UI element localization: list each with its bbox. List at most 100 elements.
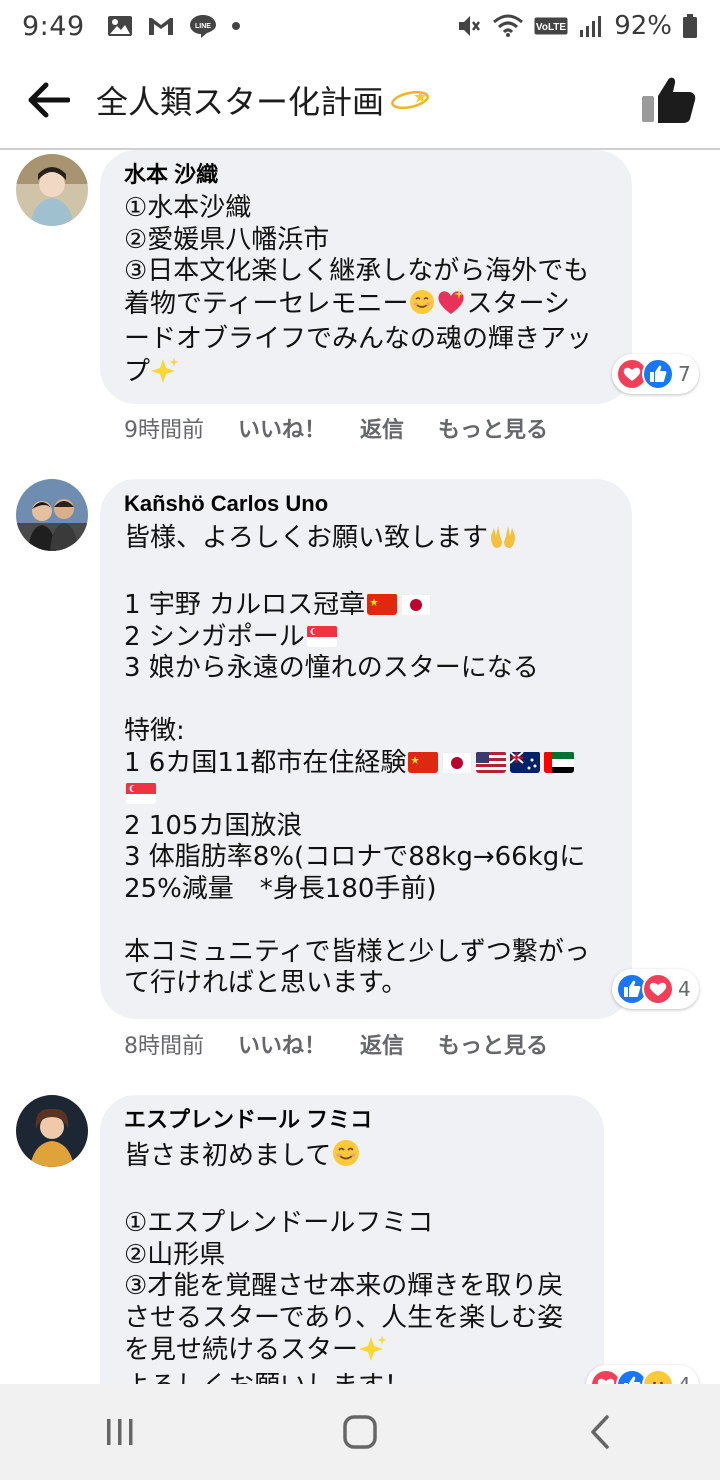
singapore-flag-icon bbox=[126, 782, 156, 804]
status-bar: 9:49 LINE VoLTE 92% bbox=[0, 0, 720, 52]
app-header: 全人類スター化計画 bbox=[0, 52, 720, 150]
signal-icon bbox=[578, 14, 604, 38]
like-link[interactable]: いいね！ bbox=[238, 1028, 326, 1060]
japan-flag-icon bbox=[401, 593, 432, 615]
comment-line: 特徴: bbox=[124, 716, 185, 746]
home-icon[interactable] bbox=[320, 1402, 400, 1462]
volte-icon: VoLTE bbox=[534, 17, 568, 35]
like-reaction-icon bbox=[642, 358, 674, 390]
comment-text: 皆さま初めまして bbox=[124, 1141, 332, 1171]
svg-text:LINE: LINE bbox=[195, 23, 211, 30]
mute-icon bbox=[456, 13, 482, 39]
comment-line: プ bbox=[124, 356, 608, 393]
comment-line: 皆様、よろしくお願い致します bbox=[124, 522, 608, 559]
image-icon bbox=[107, 14, 133, 38]
battery-percent: 92% bbox=[614, 11, 672, 41]
comment-actions: 8時間前 いいね！ 返信 もっと見る bbox=[124, 1028, 548, 1060]
open-hands-icon bbox=[488, 522, 518, 559]
reaction-count: 4 bbox=[678, 1373, 691, 1384]
comment-text: 皆様、よろしくお願い致します bbox=[124, 523, 489, 553]
like-link[interactable]: いいね！ bbox=[238, 412, 326, 444]
singapore-flag-icon bbox=[306, 625, 337, 647]
recent-apps-icon[interactable] bbox=[80, 1402, 160, 1462]
comment-line: 1 6カ国11都市在住経験 bbox=[124, 748, 608, 780]
comment-author[interactable]: Kañshö Carlos Uno bbox=[124, 489, 608, 519]
comment-line: 皆さま初めまして bbox=[124, 1138, 580, 1177]
comment-line: 1 宇野 カルロス冠章 bbox=[124, 590, 608, 622]
reaction-summary[interactable]: 4 bbox=[586, 1365, 699, 1384]
reaction-summary[interactable]: 4 bbox=[612, 969, 699, 1009]
back-icon[interactable] bbox=[560, 1402, 640, 1462]
comment-line: 3 体脂肪率8%(コロナで88kg→66kgに bbox=[124, 842, 586, 872]
comment-text: 1 6カ国11都市在住経験 bbox=[124, 747, 407, 778]
see-more-link[interactable]: もっと見る bbox=[438, 1028, 548, 1060]
comment-line: ②山形県 bbox=[124, 1239, 226, 1270]
back-button[interactable] bbox=[22, 74, 74, 126]
usa-flag-icon bbox=[476, 751, 507, 773]
comment-line: させるスターであり、人生を楽しむ姿 bbox=[124, 1302, 564, 1333]
comment-line: ードオブライフでみんなの魂の輝きアッ bbox=[124, 324, 593, 354]
comment-line: 着物でティーセレモニー スターシ bbox=[124, 288, 608, 325]
avatar[interactable] bbox=[16, 154, 88, 226]
comment-line: て行ければと思います。 bbox=[124, 968, 408, 998]
comment-line: ①エスプレンドールフミコ bbox=[124, 1208, 434, 1238]
comment-line: 3 娘から永遠の憧れのスターになる bbox=[124, 653, 539, 683]
comment-text: プ bbox=[124, 356, 151, 387]
comment-line: 2 シンガポール bbox=[124, 622, 608, 654]
comment-line: ①水本沙織 bbox=[124, 193, 252, 223]
dot-icon bbox=[231, 21, 241, 31]
comment-bubble: Kañshö Carlos Uno 皆様、よろしくお願い致します 1 宇野 カル… bbox=[100, 479, 632, 1019]
comment-text: 2 シンガポール bbox=[124, 621, 305, 652]
sparkles-icon bbox=[150, 356, 180, 393]
shooting-star-icon bbox=[391, 90, 429, 110]
comment-line: 本コミュニティで皆様と少しずつ繋がっ bbox=[124, 936, 590, 967]
comment-author[interactable]: 水本 沙織 bbox=[124, 160, 608, 190]
comment-author[interactable]: エスプレンドール フミコ bbox=[124, 1105, 580, 1135]
comment-bubble: 水本 沙織 ①水本沙織 ②愛媛県八幡浜市 ③日本文化楽しく継承しながら海外でも … bbox=[100, 150, 632, 404]
reply-link[interactable]: 返信 bbox=[360, 412, 404, 444]
avatar[interactable] bbox=[16, 1095, 88, 1167]
comment-timestamp: 8時間前 bbox=[124, 1034, 204, 1059]
status-time: 9:49 bbox=[22, 10, 85, 42]
system-navigation-bar bbox=[0, 1384, 720, 1480]
uae-flag-icon bbox=[544, 751, 575, 773]
china-flag-icon bbox=[367, 593, 398, 615]
comment-timestamp: 9時間前 bbox=[124, 418, 204, 443]
reply-link[interactable]: 返信 bbox=[360, 1028, 404, 1060]
comment-text: 着物でティーセレモニー bbox=[124, 288, 409, 319]
sparkles-icon bbox=[358, 1334, 388, 1371]
back-arrow-icon bbox=[28, 82, 70, 118]
comment-bubble: エスプレンドール フミコ 皆さま初めまして ①エスプレンドールフミコ ②山形県 … bbox=[100, 1095, 604, 1384]
love-reaction-icon bbox=[642, 973, 674, 1005]
comment-line: ③日本文化楽しく継承しながら海外でも bbox=[124, 256, 590, 286]
australia-flag-icon bbox=[510, 750, 541, 773]
care-reaction-icon bbox=[642, 1369, 674, 1384]
gmail-icon bbox=[147, 15, 175, 37]
battery-icon bbox=[682, 13, 698, 39]
svg-text:VoLTE: VoLTE bbox=[536, 22, 567, 33]
see-more-link[interactable]: もっと見る bbox=[438, 412, 548, 444]
thumbs-up-icon[interactable] bbox=[638, 74, 698, 126]
group-name: 全人類スター化計画 bbox=[96, 83, 385, 121]
line-icon: LINE bbox=[189, 13, 217, 39]
comment-line: ③才能を覚醒させ本来の輝きを取り戻 bbox=[124, 1271, 564, 1301]
comment-text: を見せ続けるスター bbox=[124, 1335, 359, 1365]
comment-line: 25%減量 *身長180手前) bbox=[124, 873, 437, 904]
reaction-count: 4 bbox=[678, 977, 691, 1001]
notification-icons: LINE bbox=[107, 13, 241, 39]
page-title: 全人類スター化計画 bbox=[96, 77, 432, 123]
reaction-summary[interactable]: 7 bbox=[612, 354, 699, 394]
comment-feed[interactable]: 水本 沙織 ①水本沙織 ②愛媛県八幡浜市 ③日本文化楽しく継承しながら海外でも … bbox=[0, 150, 720, 1384]
system-status: VoLTE 92% bbox=[456, 11, 698, 41]
reaction-count: 7 bbox=[678, 362, 691, 386]
sparkling-heart-icon bbox=[436, 288, 466, 325]
comment-text: スターシ bbox=[466, 288, 570, 319]
comment-text: 1 宇野 カルロス冠章 bbox=[124, 590, 366, 620]
wifi-icon bbox=[492, 14, 524, 38]
smiling-face-icon bbox=[331, 1138, 361, 1177]
china-flag-icon bbox=[408, 751, 439, 773]
avatar[interactable] bbox=[16, 479, 88, 551]
